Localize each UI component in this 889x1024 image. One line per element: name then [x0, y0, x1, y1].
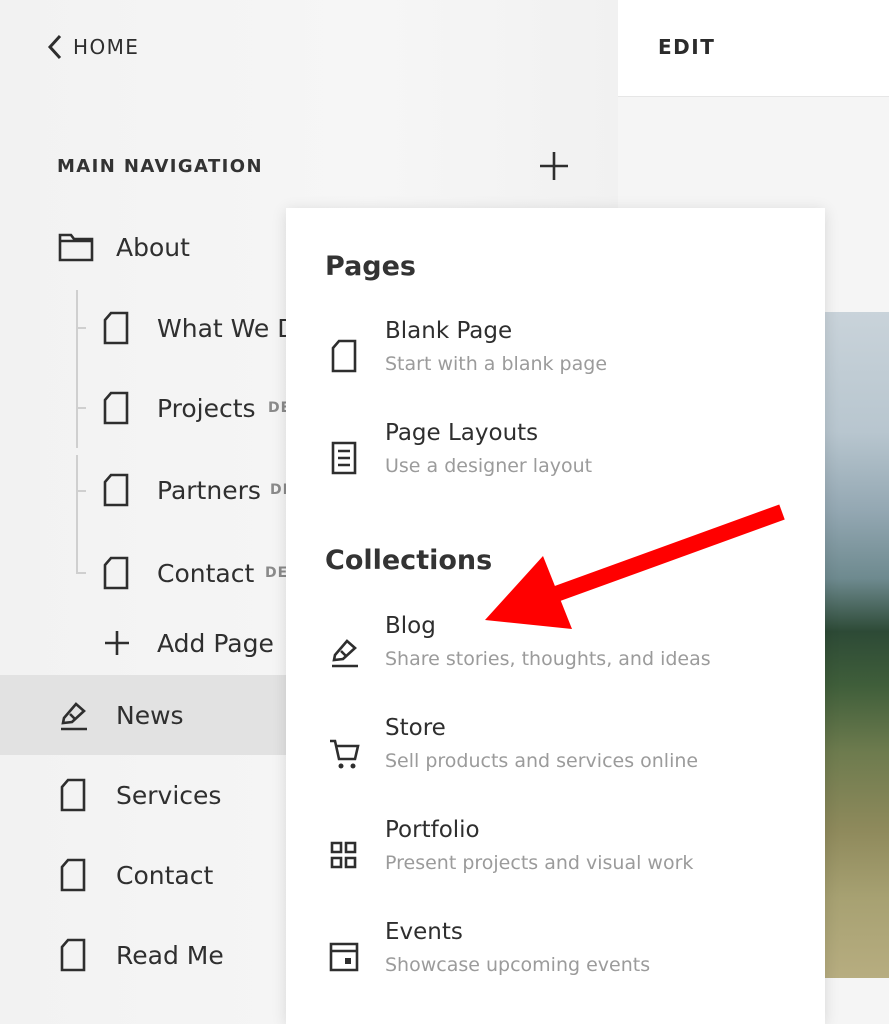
- plus-icon: [105, 631, 129, 655]
- menu-item-description: Showcase upcoming events: [385, 954, 651, 976]
- menu-item-title: Page Layouts: [385, 420, 539, 446]
- menu-item-description: Start with a blank page: [385, 353, 608, 375]
- disabled-badge: DE: [265, 565, 289, 581]
- add-nav-item-plus-icon[interactable]: [537, 149, 571, 183]
- chevron-left-icon: [47, 34, 62, 60]
- menu-item-title: Blog: [385, 613, 436, 639]
- menu-item-description: Share stories, thoughts, and ideas: [385, 648, 711, 670]
- menu-item-description: Present projects and visual work: [385, 852, 694, 874]
- nav-item-label: Add Page: [157, 628, 274, 658]
- nav-item-label: Projects: [157, 393, 256, 423]
- menu-item-title: Store: [385, 715, 446, 741]
- nav-item-label: Services: [116, 780, 222, 810]
- nav-item-label: News: [116, 700, 184, 730]
- page-icon: [103, 473, 129, 507]
- add-page-menu: Pages Blank Page Start with a blank page…: [286, 208, 825, 1024]
- page-icon: [60, 778, 86, 812]
- cart-icon: [330, 739, 360, 769]
- preview-landscape-image: [825, 312, 889, 978]
- menu-item-description: Sell products and services online: [385, 750, 699, 772]
- folder-icon: [58, 233, 94, 262]
- menu-item-title: Events: [385, 919, 463, 945]
- menu-item-page-layouts[interactable]: Page Layouts Use a designer layout: [286, 420, 825, 512]
- grid-icon: [330, 841, 357, 869]
- page-icon: [103, 391, 129, 425]
- main-navigation-heading: MAIN NAVIGATION: [57, 156, 263, 177]
- home-link[interactable]: HOME: [46, 33, 139, 61]
- menu-item-portfolio[interactable]: Portfolio Present projects and visual wo…: [286, 817, 825, 909]
- blog-icon: [61, 702, 87, 731]
- page-icon: [60, 858, 86, 892]
- menu-item-blog[interactable]: Blog Share stories, thoughts, and ideas: [286, 613, 825, 705]
- home-label: HOME: [73, 35, 140, 59]
- nav-item-label: Contact: [157, 558, 255, 588]
- blog-icon: [332, 639, 358, 668]
- calendar-icon: [329, 942, 359, 972]
- collections-heading: Collections: [325, 545, 493, 576]
- nav-item-label: About: [116, 232, 190, 262]
- nav-item-label: Read Me: [116, 940, 224, 970]
- nav-item-label: What We D: [157, 313, 297, 343]
- pages-heading: Pages: [325, 251, 416, 282]
- nav-item-label: Partners: [157, 475, 261, 505]
- edit-header: EDIT: [618, 0, 889, 97]
- menu-item-title: Blank Page: [385, 318, 513, 344]
- page-icon: [60, 938, 86, 972]
- menu-item-description: Use a designer layout: [385, 455, 593, 477]
- menu-item-title: Portfolio: [385, 817, 480, 843]
- nav-item-label: Contact: [116, 860, 214, 890]
- menu-item-events[interactable]: Events Showcase upcoming events: [286, 919, 825, 1011]
- menu-item-store[interactable]: Store Sell products and services online: [286, 715, 825, 807]
- page-icon: [103, 311, 129, 345]
- menu-item-blank-page[interactable]: Blank Page Start with a blank page: [286, 318, 825, 410]
- page-icon: [331, 339, 357, 373]
- edit-button[interactable]: EDIT: [658, 35, 715, 59]
- page-icon: [103, 556, 129, 590]
- layout-icon: [331, 441, 357, 475]
